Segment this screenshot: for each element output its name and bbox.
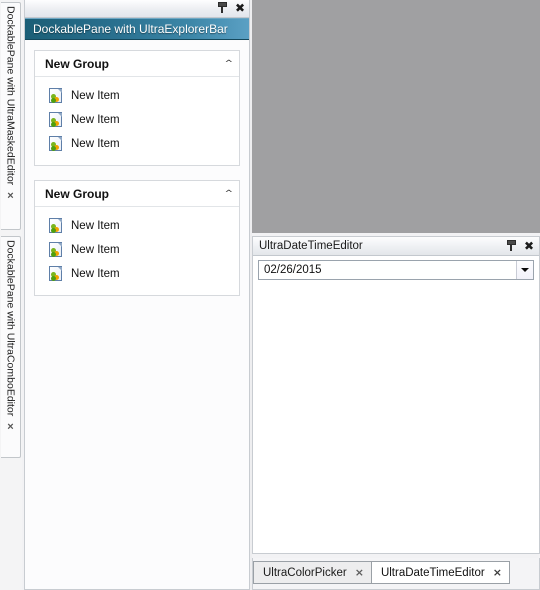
explorer-group: New Group ^ New Item New Item New Item — [34, 180, 240, 296]
autohide-tab-label: DockablePane with UltraComboEditor — [4, 240, 17, 417]
explorer-item-label: New Item — [71, 138, 120, 150]
datetime-pane-canvas — [258, 284, 534, 548]
document-item-icon — [49, 266, 63, 282]
dockable-pane-datetime-editor: UltraDateTimeEditor ✖ 02/26/2015 — [252, 236, 540, 554]
explorer-item[interactable]: New Item — [35, 238, 239, 262]
explorer-group-header[interactable]: New Group ^ — [35, 181, 239, 207]
explorer-group-title: New Group — [45, 56, 110, 71]
tab-label: UltraColorPicker — [263, 566, 347, 579]
datetime-pane-buttons: ✖ — [506, 239, 534, 252]
datetime-pane-caption[interactable]: UltraDateTimeEditor ✖ — [253, 237, 539, 256]
application-window: DockablePane with UltraMaskedEditor × Do… — [0, 0, 540, 590]
close-icon[interactable]: × — [7, 422, 13, 433]
explorer-pane-buttons: ✖ — [217, 1, 245, 14]
explorer-item[interactable]: New Item — [35, 214, 239, 238]
date-input-value: 02/26/2015 — [264, 264, 322, 276]
autohide-tab-label: DockablePane with UltraMaskedEditor — [4, 6, 17, 186]
explorer-item[interactable]: New Item — [35, 132, 239, 156]
explorer-item-label: New Item — [71, 90, 120, 102]
tab-label: UltraDateTimeEditor — [380, 566, 485, 579]
explorer-bar-body: New Group ^ New Item New Item New Item N… — [25, 41, 249, 589]
explorer-item-label: New Item — [71, 244, 120, 256]
document-item-icon — [49, 136, 63, 152]
explorer-pane-caption[interactable]: DockablePane with UltraExplorerBar — [25, 18, 249, 40]
explorer-item[interactable]: New Item — [35, 108, 239, 132]
date-dropdown-button[interactable] — [516, 261, 533, 279]
close-icon[interactable]: × — [355, 567, 364, 578]
pane-title: UltraDateTimeEditor — [259, 240, 363, 252]
explorer-item-label: New Item — [71, 220, 120, 232]
chevron-double-up-icon[interactable]: ^ — [225, 189, 234, 198]
autohide-tab-masked-editor[interactable]: DockablePane with UltraMaskedEditor × — [1, 2, 21, 230]
datetime-pane-body: 02/26/2015 — [253, 256, 539, 553]
pane-title: DockablePane with UltraExplorerBar — [33, 22, 228, 36]
explorer-item-label: New Item — [71, 268, 120, 280]
explorer-pane-toolbar: ✖ — [25, 0, 249, 18]
close-icon[interactable]: × — [7, 191, 13, 202]
close-icon[interactable]: ✖ — [524, 240, 534, 252]
autohide-tab-combo-editor[interactable]: DockablePane with UltraComboEditor × — [1, 236, 21, 458]
explorer-item-label: New Item — [71, 114, 120, 126]
pushpin-icon[interactable] — [217, 1, 228, 14]
pushpin-icon[interactable] — [506, 239, 517, 252]
document-item-icon — [49, 112, 63, 128]
explorer-group-header[interactable]: New Group ^ — [35, 51, 239, 77]
explorer-item[interactable]: New Item — [35, 262, 239, 286]
tab-ultradatetimeeditor[interactable]: UltraDateTimeEditor × — [370, 561, 510, 584]
tab-ultracolorpicker[interactable]: UltraColorPicker × — [253, 561, 372, 584]
chevron-double-up-icon[interactable]: ^ — [225, 59, 234, 68]
caret-down-icon — [521, 268, 529, 272]
explorer-group-items: New Item New Item New Item — [35, 77, 239, 165]
document-item-icon — [49, 218, 63, 234]
close-icon[interactable]: × — [493, 567, 502, 578]
document-item-icon — [49, 88, 63, 104]
explorer-item[interactable]: New Item — [35, 84, 239, 108]
explorer-group-items: New Item New Item New Item — [35, 207, 239, 295]
dockable-pane-explorer-bar: ✖ DockablePane with UltraExplorerBar New… — [24, 0, 250, 590]
bottom-tab-strip: UltraColorPicker × UltraDateTimeEditor × — [252, 558, 540, 590]
date-input[interactable]: 02/26/2015 — [258, 260, 534, 280]
explorer-group: New Group ^ New Item New Item New Item — [34, 50, 240, 166]
document-item-icon — [49, 242, 63, 258]
autohide-tab-strip-left: DockablePane with UltraMaskedEditor × Do… — [0, 0, 22, 590]
client-document-area — [252, 0, 540, 233]
close-icon[interactable]: ✖ — [235, 2, 245, 14]
explorer-group-title: New Group — [45, 186, 110, 201]
